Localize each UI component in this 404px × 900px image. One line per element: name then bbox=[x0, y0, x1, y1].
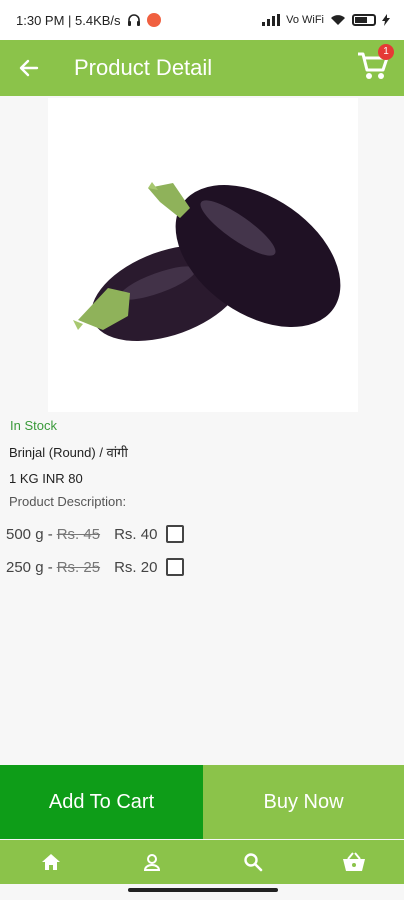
signal-icon bbox=[262, 14, 281, 26]
product-price: 1 KG INR 80 bbox=[9, 471, 83, 486]
nav-home[interactable] bbox=[31, 842, 71, 882]
page-title: Product Detail bbox=[74, 55, 213, 80]
cart-count-badge: 1 bbox=[378, 44, 394, 60]
arrow-left-icon bbox=[19, 59, 39, 77]
option-checkbox[interactable] bbox=[166, 525, 185, 543]
home-icon bbox=[41, 854, 60, 870]
bottom-nav bbox=[0, 840, 404, 884]
battery-icon bbox=[352, 14, 376, 26]
gesture-bar bbox=[128, 888, 278, 892]
option-old-price: Rs. 25 bbox=[56, 558, 101, 576]
option-new-price: Rs. 20 bbox=[114, 558, 158, 576]
back-button[interactable] bbox=[0, 40, 58, 96]
option-250g: 250 g - Rs. 25 Rs. 20 bbox=[6, 558, 185, 576]
user-icon bbox=[143, 854, 160, 871]
product-name: Brinjal (Round) / वांगी bbox=[9, 445, 128, 460]
option-new-price: Rs. 40 bbox=[114, 525, 158, 543]
network-label: Vo WiFi bbox=[286, 14, 324, 26]
option-old-price: Rs. 45 bbox=[56, 525, 101, 543]
nav-search[interactable] bbox=[233, 842, 273, 882]
option-weight: 500 g - bbox=[6, 525, 53, 543]
option-checkbox[interactable] bbox=[166, 558, 185, 576]
nav-profile[interactable] bbox=[132, 842, 172, 882]
add-to-cart-button[interactable]: Add To Cart bbox=[0, 765, 203, 839]
option-weight: 250 g - bbox=[6, 558, 53, 576]
status-right: Vo WiFi bbox=[262, 14, 390, 26]
app-bar: Product Detail 1 bbox=[0, 40, 404, 96]
brinjal-image bbox=[73, 182, 341, 342]
option-500g: 500 g - Rs. 45 Rs. 40 bbox=[6, 525, 185, 543]
basket-icon bbox=[342, 852, 365, 871]
stock-status: In Stock bbox=[10, 418, 57, 433]
wifi-icon bbox=[331, 15, 345, 25]
status-bar: 1:30 PM | 5.4KB/s Vo WiFi bbox=[0, 0, 404, 40]
buy-now-button[interactable]: Buy Now bbox=[203, 765, 404, 839]
product-image bbox=[48, 98, 358, 412]
status-time-speed: 1:30 PM | 5.4KB/s bbox=[16, 12, 121, 28]
headphones-icon bbox=[127, 14, 140, 26]
charging-icon bbox=[382, 14, 390, 26]
search-icon bbox=[243, 853, 262, 872]
notification-app-icon bbox=[146, 13, 161, 27]
nav-basket[interactable] bbox=[334, 842, 374, 882]
description-label: Product Description: bbox=[9, 494, 127, 509]
cart-button[interactable]: 1 bbox=[356, 44, 394, 82]
status-left: 1:30 PM | 5.4KB/s bbox=[16, 13, 161, 28]
